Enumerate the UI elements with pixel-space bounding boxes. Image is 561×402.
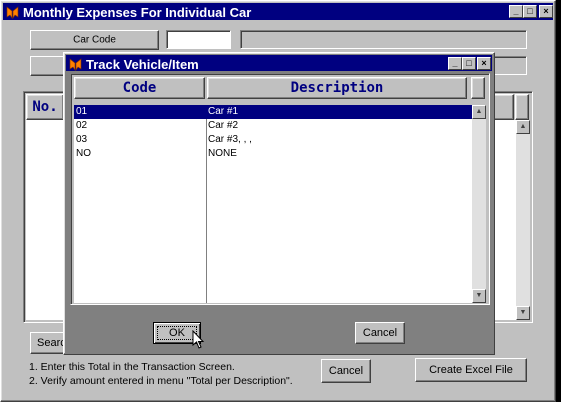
item-description: Car #2 <box>208 120 239 131</box>
item-description: Car #3, , , <box>208 134 252 145</box>
instruction-1: 1. Enter this Total in the Transaction S… <box>29 361 235 373</box>
item-code: 01 <box>76 106 88 117</box>
list-body[interactable]: 01 Car #1 02 Car #2 03 Car #3, , , NO NONE ▲ ▼ <box>74 105 486 303</box>
instruction-2: 2. Verify amount entered in menu "Total … <box>29 375 293 387</box>
list-item[interactable]: 02 Car #2 <box>74 119 472 133</box>
item-description: NONE <box>208 148 237 159</box>
list-scrollbar[interactable]: ▲ ▼ <box>472 105 486 303</box>
header-filler <box>471 77 485 99</box>
scroll-down-icon[interactable]: ▼ <box>472 289 486 303</box>
scroll-up-icon[interactable]: ▲ <box>516 120 530 134</box>
main-title-bar[interactable]: Monthly Expenses For Individual Car _ □ … <box>3 3 553 20</box>
close-icon[interactable]: × <box>539 5 553 18</box>
create-excel-button[interactable]: Create Excel File <box>415 358 527 382</box>
main-window-title: Monthly Expenses For Individual Car <box>23 5 252 20</box>
column-header-code[interactable]: Code <box>74 77 205 99</box>
dialog-title: Track Vehicle/Item <box>86 57 199 72</box>
maximize-icon[interactable]: □ <box>462 57 476 70</box>
list-item[interactable]: 01 Car #1 <box>74 105 472 119</box>
main-cancel-button[interactable]: Cancel <box>321 359 371 383</box>
scroll-down-icon[interactable]: ▼ <box>516 306 530 320</box>
app-logo-icon[interactable] <box>6 6 19 19</box>
car-code-button[interactable]: Car Code <box>30 30 159 50</box>
grid-header-filler-2 <box>515 94 529 120</box>
list-item[interactable]: 03 Car #3, , , <box>74 133 472 147</box>
car-code-label: Car Code <box>73 34 116 46</box>
car-name-display <box>240 30 527 49</box>
list-item[interactable]: NO NONE <box>74 147 472 161</box>
scroll-up-icon[interactable]: ▲ <box>472 105 486 119</box>
app-logo-icon[interactable] <box>69 58 82 71</box>
track-vehicle-dialog: Track Vehicle/Item _ □ × Code Descriptio… <box>63 52 495 355</box>
item-code: NO <box>76 148 91 159</box>
mouse-cursor-icon <box>192 330 205 349</box>
maximize-icon[interactable]: □ <box>523 5 537 18</box>
vehicle-list[interactable]: Code Description 01 Car #1 02 Car #2 03 Car #… <box>70 73 490 305</box>
car-code-input[interactable] <box>166 30 231 49</box>
minimize-icon[interactable]: _ <box>448 57 462 70</box>
dialog-title-bar[interactable]: Track Vehicle/Item _ □ × <box>66 55 492 72</box>
dialog-cancel-button[interactable]: Cancel <box>355 322 405 344</box>
grid-header-filler <box>492 94 514 120</box>
grid-header-no: No. <box>26 94 64 120</box>
column-header-description[interactable]: Description <box>207 77 467 99</box>
item-description: Car #1 <box>208 106 239 117</box>
close-icon[interactable]: × <box>477 57 491 70</box>
item-code: 03 <box>76 134 88 145</box>
minimize-icon[interactable]: _ <box>509 5 523 18</box>
grid-scrollbar[interactable]: ▲ ▼ <box>516 120 530 320</box>
item-code: 02 <box>76 120 88 131</box>
